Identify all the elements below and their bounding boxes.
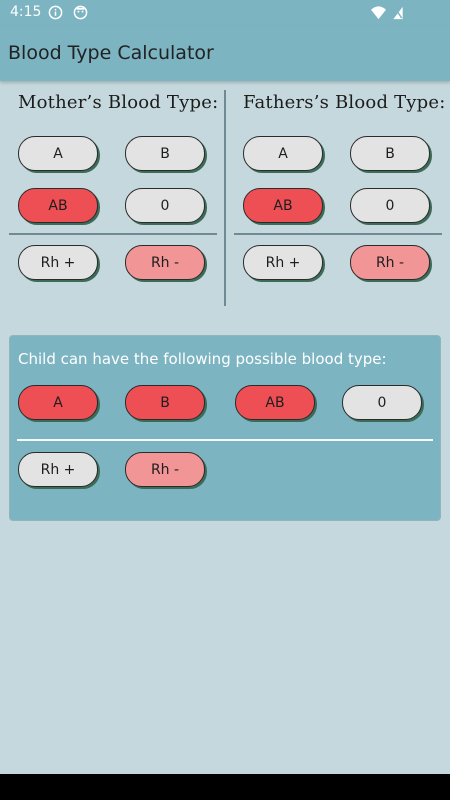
child-rh-minus-badge: Rh -	[125, 452, 205, 487]
child-result-title: Child can have the following possible bl…	[18, 350, 387, 368]
battery-icon	[393, 6, 403, 20]
father-divider	[234, 233, 442, 235]
child-type-a-badge: A	[18, 385, 98, 420]
child-rh-plus-badge: Rh +	[18, 452, 98, 487]
face-icon	[73, 5, 88, 20]
app-title: Blood Type Calculator	[8, 42, 214, 64]
info-circle-icon	[48, 5, 63, 20]
child-type-ab-badge: AB	[235, 385, 315, 420]
mother-type-0-button[interactable]: 0	[125, 188, 205, 223]
child-type-0-badge: 0	[342, 385, 422, 420]
child-divider	[17, 439, 433, 441]
status-bar: 4:15	[0, 0, 450, 26]
father-type-ab-button[interactable]: AB	[243, 188, 323, 223]
father-rh-minus-button[interactable]: Rh -	[350, 245, 430, 280]
system-nav-bar	[0, 774, 450, 800]
father-title: Fathers’s Blood Type:	[243, 92, 446, 113]
mother-rh-minus-button[interactable]: Rh -	[125, 245, 205, 280]
mother-title: Mother’s Blood Type:	[18, 92, 219, 113]
child-type-b-badge: B	[125, 385, 205, 420]
mother-rh-plus-button[interactable]: Rh +	[18, 245, 98, 280]
status-time: 4:15	[10, 4, 42, 20]
mother-type-ab-button[interactable]: AB	[18, 188, 98, 223]
app-bar: Blood Type Calculator	[0, 26, 450, 81]
mother-divider	[9, 233, 217, 235]
mother-type-b-button[interactable]: B	[125, 136, 205, 171]
mother-type-a-button[interactable]: A	[18, 136, 98, 171]
father-type-0-button[interactable]: 0	[350, 188, 430, 223]
father-type-a-button[interactable]: A	[243, 136, 323, 171]
wifi-icon	[371, 6, 386, 20]
father-rh-plus-button[interactable]: Rh +	[243, 245, 323, 280]
column-divider	[224, 90, 226, 306]
father-type-b-button[interactable]: B	[350, 136, 430, 171]
